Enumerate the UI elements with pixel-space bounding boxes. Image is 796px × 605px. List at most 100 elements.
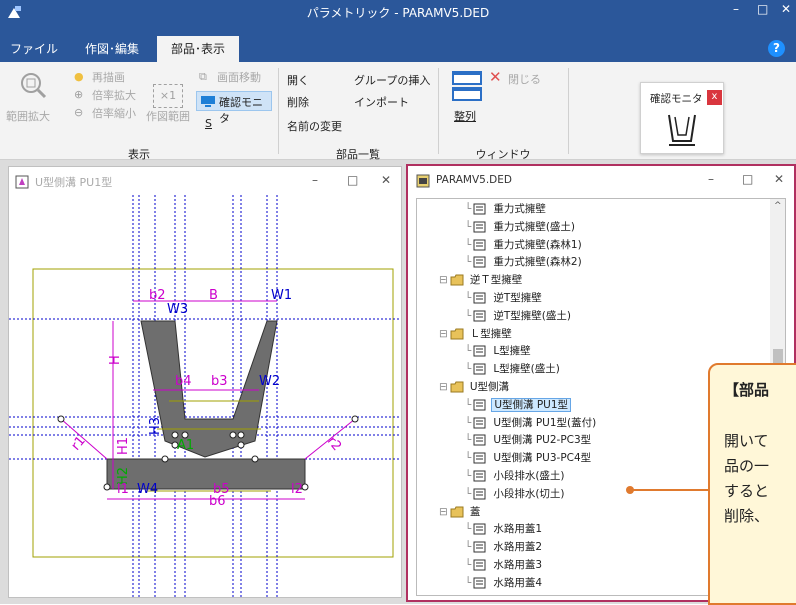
document-icon xyxy=(473,470,486,482)
tab-file[interactable]: ファイル xyxy=(10,36,58,62)
drawing-close-button[interactable]: ✕ xyxy=(381,173,391,187)
tree-connector: └ xyxy=(465,238,472,251)
tree-item[interactable]: └ 小段排水(盛土) xyxy=(465,468,567,484)
tree-connector: └ xyxy=(465,256,472,269)
draw-range-button[interactable]: 作図範囲 xyxy=(146,108,190,124)
tree-item[interactable]: └ 水路用蓋4 xyxy=(465,575,544,591)
tree-item-label: 蓋 xyxy=(469,505,481,518)
file-db-icon xyxy=(416,174,430,188)
drawing-window-titlebar: U型側溝 PU1型 – □ ✕ xyxy=(9,167,401,195)
tree-item-label: 重力式擁壁(森林1) xyxy=(493,238,582,251)
u-channel-preview-icon xyxy=(668,114,696,146)
dim-b2: b2 xyxy=(149,288,166,303)
dim-w3: W3 xyxy=(167,302,188,317)
screen-move-button[interactable]: 画面移動 xyxy=(217,69,261,85)
drawing-minimize-button[interactable]: – xyxy=(312,173,318,187)
drawing-canvas[interactable]: b2 B W3 W1 H b4 b3 W2 H3 A1 H1 H2 r1 r2 … xyxy=(9,195,401,597)
tree-connector[interactable]: ⊟ xyxy=(439,381,448,393)
tree-item[interactable]: └ L型擁壁(盛土) xyxy=(465,361,562,377)
tree-folder[interactable]: ⊟ 逆Ｔ型擁壁 xyxy=(439,272,524,288)
tree-item[interactable]: └ U型側溝 PU1型(蓋付) xyxy=(465,415,598,431)
tree-item-label: L型擁壁(盛土) xyxy=(493,363,560,376)
dim-b6: b6 xyxy=(209,494,226,509)
tree-connector: └ xyxy=(465,541,472,554)
tree-connector[interactable]: ⊟ xyxy=(439,274,448,286)
document-icon xyxy=(473,399,486,411)
minimize-button[interactable]: – xyxy=(733,2,739,16)
tree-item[interactable]: └ 逆T型擁壁(盛土) xyxy=(465,308,573,324)
tree-item[interactable]: └ 水路用蓋1 xyxy=(465,521,544,537)
callout-title: 【部品 xyxy=(724,381,770,399)
callout-line: 開いて xyxy=(724,432,769,450)
s-button[interactable]: S xyxy=(205,117,212,130)
group-insert-button[interactable]: グループの挿入 xyxy=(354,72,430,88)
dim-b4: b4 xyxy=(175,374,192,389)
rename-button[interactable]: 名前の変更 xyxy=(287,118,342,134)
import-button[interactable]: インポート xyxy=(354,94,409,110)
tree-item[interactable]: └ L型擁壁 xyxy=(465,343,533,359)
dim-h: H xyxy=(108,355,123,365)
tree-item[interactable]: └ U型側溝 PU1型 xyxy=(465,397,572,413)
tree-item[interactable]: └ 重力式擁壁(森林1) xyxy=(465,237,584,253)
range-zoom-icon[interactable] xyxy=(18,70,48,100)
tree-item-label: U型側溝 PU2-PC3型 xyxy=(493,434,592,447)
arrange-button[interactable]: 整列 xyxy=(454,108,476,124)
redraw-button[interactable]: 再描画 xyxy=(92,69,125,85)
dim-r1: r1 xyxy=(69,433,89,453)
tree-item[interactable]: └ U型側溝 PU3-PC4型 xyxy=(465,450,593,466)
tree-item[interactable]: └ 小段排水(切土) xyxy=(465,486,567,502)
document-icon xyxy=(473,221,486,233)
tree-item-label: L型擁壁 xyxy=(493,345,531,358)
tree-item[interactable]: └ 重力式擁壁 xyxy=(465,201,548,217)
close-window-button[interactable]: 閉じる xyxy=(508,71,541,87)
open-button[interactable]: 開く xyxy=(287,72,309,88)
tree-item[interactable]: └ U型側溝 PU2-PC3型 xyxy=(465,432,593,448)
tree-item-label: 水路用蓋1 xyxy=(493,523,543,536)
tree-folder[interactable]: ⊟ Ｌ型擁壁 xyxy=(439,326,514,342)
tree-item[interactable]: └ 水路用蓋2 xyxy=(465,539,544,555)
tree-close-button[interactable]: ✕ xyxy=(774,172,784,186)
zoom-out-button[interactable]: 倍率縮小 xyxy=(92,105,136,121)
tree-item[interactable]: └ 水路用蓋3 xyxy=(465,557,544,573)
help-icon[interactable]: ? xyxy=(768,40,785,57)
tree-item-label: 重力式擁壁(盛土) xyxy=(493,220,576,233)
drawing-maximize-button[interactable]: □ xyxy=(347,173,358,187)
arrange-icon[interactable] xyxy=(451,70,483,102)
delete-button[interactable]: 削除 xyxy=(287,94,309,110)
close-button[interactable]: ✕ xyxy=(781,2,791,16)
tree-item-label: 逆T型擁壁 xyxy=(493,292,542,304)
tree-item-label: 水路用蓋3 xyxy=(493,559,543,571)
popup-close-button[interactable]: x xyxy=(707,90,722,105)
tree-connector: └ xyxy=(465,559,472,571)
tree-item[interactable]: └ 重力式擁壁(森林2) xyxy=(465,254,584,270)
range-zoom-button[interactable]: 範囲拡大 xyxy=(6,108,50,124)
tree-item-label: 小段排水(盛土) xyxy=(493,470,565,482)
zoom-in-button[interactable]: 倍率拡大 xyxy=(92,87,136,103)
tree-item-label: U型側溝 xyxy=(469,381,509,393)
maximize-button[interactable]: □ xyxy=(757,2,768,16)
tree-connector: └ xyxy=(465,363,472,376)
tree-connector[interactable]: ⊟ xyxy=(439,506,448,518)
title-bar: パラメトリック - PARAMV5.DED – □ ✕ xyxy=(0,0,796,40)
callout-line: 削除、 xyxy=(724,507,770,525)
tree-minimize-button[interactable]: – xyxy=(708,172,714,186)
tree-folder[interactable]: ⊟ 蓋 xyxy=(439,504,482,520)
dim-b3: b3 xyxy=(211,374,228,389)
tree-item[interactable]: └ 逆T型擁壁 xyxy=(465,290,544,306)
tree-connector[interactable]: ⊟ xyxy=(439,328,448,340)
tab-draw-edit[interactable]: 作図･編集 xyxy=(76,36,148,62)
tree-connector: └ xyxy=(465,292,472,304)
scroll-up-icon[interactable]: ^ xyxy=(774,201,782,211)
x1-icon[interactable]: ×1 xyxy=(153,84,183,108)
dim-h3: H3 xyxy=(148,417,163,435)
tree-item[interactable]: └ 重力式擁壁(盛土) xyxy=(465,219,577,235)
tree-window-title: PARAMV5.DED xyxy=(436,174,512,186)
document-icon xyxy=(473,523,486,535)
document-icon xyxy=(473,345,486,357)
tree-item-label: U型側溝 PU3-PC4型 xyxy=(493,452,592,465)
dim-h1: H1 xyxy=(116,437,131,455)
tree-folder[interactable]: ⊟ U型側溝 xyxy=(439,379,511,395)
tab-parts-view[interactable]: 部品･表示 xyxy=(157,36,239,62)
confirm-monitor-button[interactable]: 確認モニタ xyxy=(196,91,272,125)
tree-maximize-button[interactable]: □ xyxy=(742,172,753,186)
